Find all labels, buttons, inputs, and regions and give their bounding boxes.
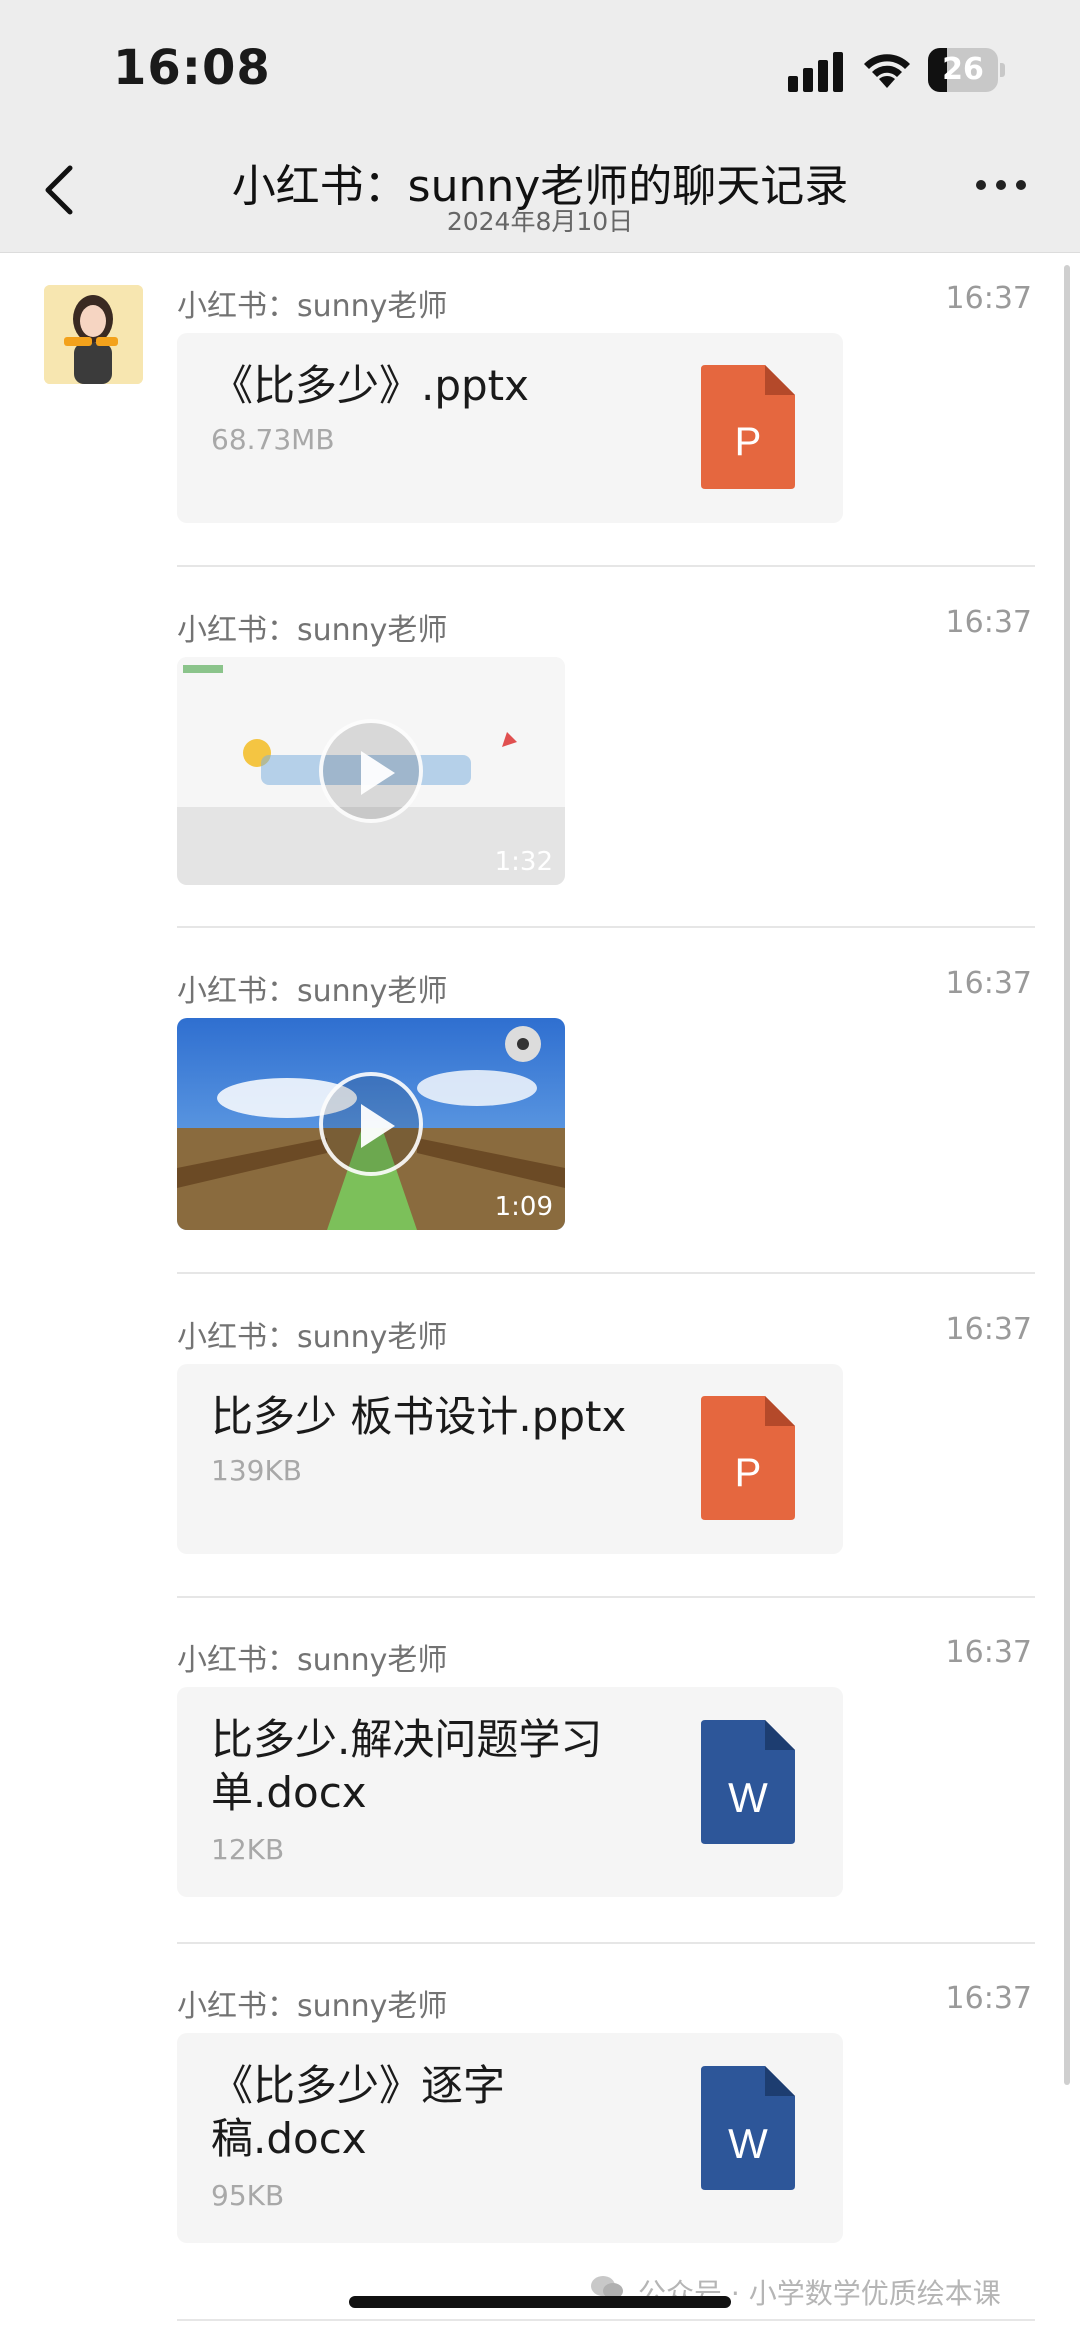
file-size: 68.73MB	[211, 423, 335, 456]
wifi-icon	[864, 54, 910, 88]
sender-name: 小红书：sunny老师	[177, 289, 448, 324]
file-size: 95KB	[211, 2179, 285, 2212]
more-options-icon[interactable]	[976, 180, 1026, 200]
divider	[177, 1596, 1035, 1598]
play-icon	[319, 1072, 423, 1176]
file-card[interactable]: 《比多少》.pptx 68.73MB P	[177, 333, 843, 523]
chat-date: 2024年8月10日	[446, 207, 634, 236]
chat-history-list[interactable]: 小红书：sunny老师 16:37 《比多少》.pptx 68.73MB P 小…	[0, 253, 1080, 2337]
divider	[177, 1272, 1035, 1274]
battery-level: 26	[942, 52, 984, 87]
nav-bar: 小红书：sunny老师的聊天记录 2024年8月10日	[0, 130, 1080, 253]
powerpoint-file-icon: P	[701, 365, 795, 489]
svg-text:P: P	[735, 1451, 762, 1495]
sender-name: 小红书：sunny老师	[177, 1643, 448, 1678]
sender-name: 小红书：sunny老师	[177, 974, 448, 1009]
svg-text:W: W	[728, 2120, 768, 2167]
home-indicator[interactable]	[349, 2296, 731, 2308]
message-time: 16:37	[945, 966, 1032, 1001]
sender-name: 小红书：sunny老师	[177, 613, 448, 648]
file-name: 比多少 板书设计.pptx	[211, 1392, 627, 1441]
message-time: 16:37	[945, 1981, 1032, 2016]
divider	[177, 565, 1035, 567]
message-time: 16:37	[945, 281, 1032, 316]
video-thumbnail[interactable]: 1:09	[177, 1018, 565, 1230]
cellular-signal-icon	[788, 50, 846, 92]
sender-name: 小红书：sunny老师	[177, 1989, 448, 2024]
file-name: 比多少.解决问题学习单.docx	[211, 1715, 603, 1817]
file-size: 139KB	[211, 1454, 303, 1487]
file-size: 12KB	[211, 1833, 285, 1866]
message-time: 16:37	[945, 1312, 1032, 1347]
video-thumbnail[interactable]: 1:32	[177, 657, 565, 885]
avatar[interactable]	[44, 285, 143, 384]
divider	[177, 926, 1035, 928]
file-name: 《比多少》.pptx	[211, 361, 529, 410]
powerpoint-file-icon: P	[701, 1396, 795, 1520]
battery-icon: 26	[928, 48, 1006, 92]
video-duration: 1:32	[494, 847, 553, 877]
file-card[interactable]: 比多少.解决问题学习单.docx 12KB W	[177, 1687, 843, 1897]
message-time: 16:37	[945, 605, 1032, 640]
file-card[interactable]: 《比多少》逐字稿.docx 95KB W	[177, 2033, 843, 2243]
video-duration: 1:09	[494, 1192, 553, 1222]
word-file-icon: W	[701, 2066, 795, 2190]
word-file-icon: W	[701, 1720, 795, 1844]
svg-text:W: W	[728, 1774, 768, 1821]
scrollbar[interactable]	[1064, 265, 1070, 2085]
message-time: 16:37	[945, 1635, 1032, 1670]
play-icon	[319, 719, 423, 823]
svg-text:P: P	[735, 420, 762, 464]
status-bar: 16:08 26	[0, 0, 1080, 130]
sender-name: 小红书：sunny老师	[177, 1320, 448, 1355]
divider	[177, 2319, 1035, 2321]
divider	[177, 1942, 1035, 1944]
status-time: 16:08	[113, 40, 271, 96]
file-card[interactable]: 比多少 板书设计.pptx 139KB P	[177, 1364, 843, 1554]
file-name: 《比多少》逐字稿.docx	[211, 2061, 506, 2163]
